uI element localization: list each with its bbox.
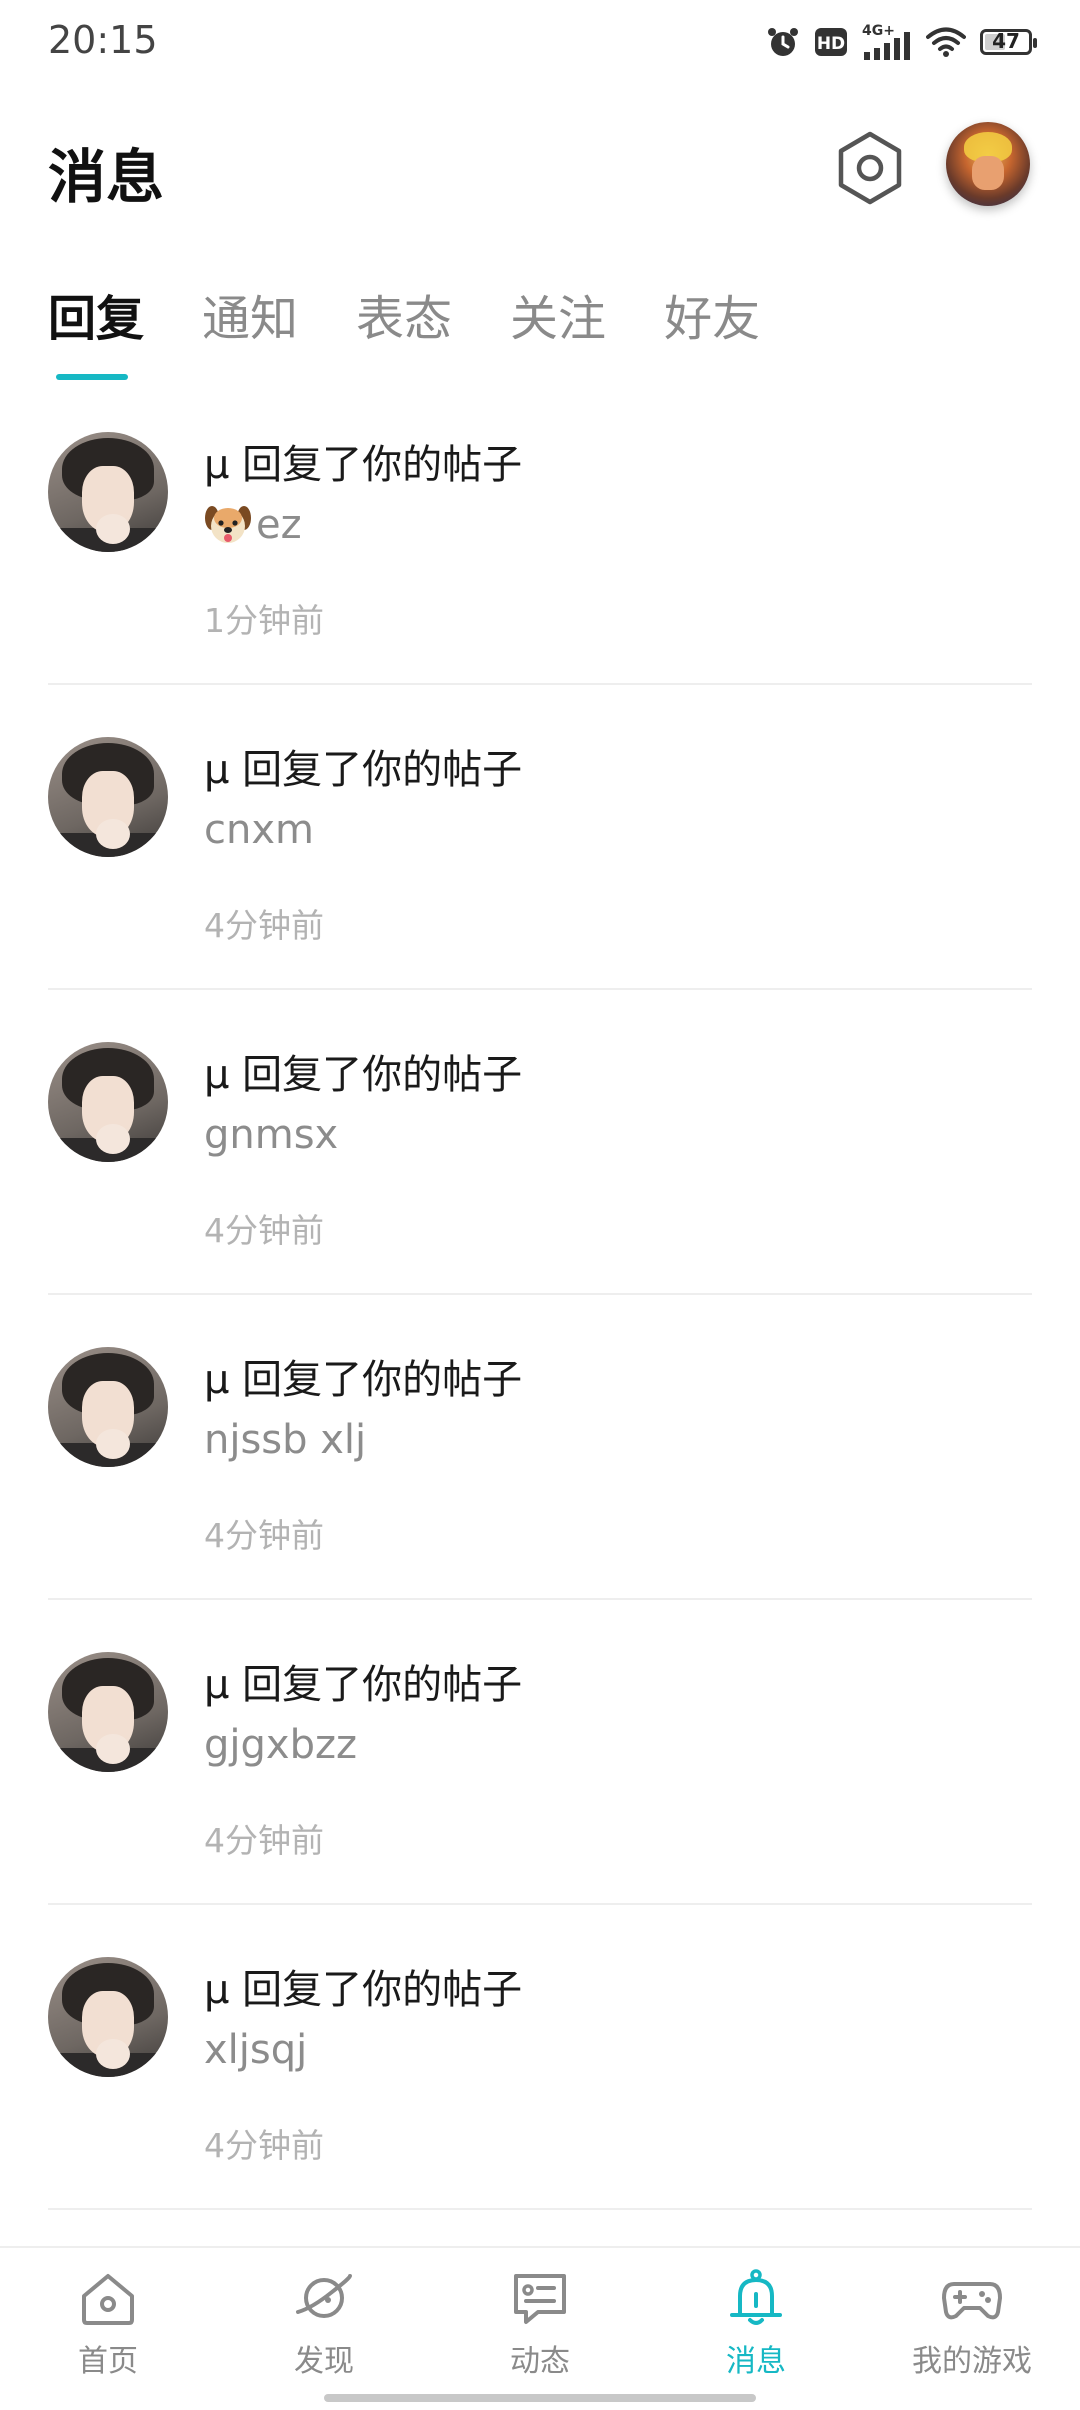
home-icon [82, 2274, 134, 2325]
bell-icon [730, 2269, 782, 2325]
planet-icon [296, 2274, 352, 2318]
message-title: μ 回复了你的帖子 [204, 1967, 523, 2013]
nav-label: 消息 [726, 2344, 786, 2379]
tab-reactions[interactable]: 表态 [356, 284, 452, 380]
message-text: cnxm [204, 807, 314, 853]
tab-label: 通知 [202, 291, 299, 347]
tab-friends[interactable]: 好友 [664, 284, 760, 380]
nav-item-my-games[interactable]: 我的游戏 [892, 2268, 1052, 2398]
nav-item-feed[interactable]: 动态 [460, 2268, 620, 2398]
wifi-icon [926, 26, 966, 58]
message-title: μ 回复了你的帖子 [204, 442, 523, 488]
message-text: ez [256, 502, 302, 548]
tab-label: 关注 [510, 291, 607, 347]
tab-following[interactable]: 关注 [510, 284, 606, 380]
hd-icon: HD [814, 26, 848, 58]
status-time: 20:15 [48, 18, 158, 62]
message-item[interactable]: μ 回复了你的帖子 xljsqj 4分钟前 [48, 1905, 1032, 2210]
message-time: 4分钟前 [204, 1821, 324, 1860]
user-avatar[interactable] [48, 1957, 168, 2077]
message-text: gjgxbzz [204, 1722, 357, 1768]
message-item[interactable]: μ 回复了你的帖子 gnmsx 4分钟前 [48, 990, 1032, 1295]
message-item[interactable]: μ 回复了你的帖子 cnxm 4分钟前 [48, 685, 1032, 990]
profile-avatar[interactable] [946, 122, 1030, 206]
nav-item-home[interactable]: 首页 [28, 2268, 188, 2398]
message-title: μ 回复了你的帖子 [204, 747, 523, 793]
status-bar: 20:15 HD 4G+ 47 [0, 0, 1080, 84]
tab-label: 好友 [664, 291, 761, 347]
message-content: xljsqj [204, 2027, 307, 2073]
dog-face-icon [204, 504, 252, 546]
message-time: 4分钟前 [204, 1211, 324, 1250]
message-time: 4分钟前 [204, 1516, 324, 1555]
network-label: 4G+ [862, 23, 895, 39]
user-avatar[interactable] [48, 1652, 168, 1772]
user-avatar[interactable] [48, 1347, 168, 1467]
page-title: 消息 [48, 143, 165, 211]
message-item[interactable]: μ 回复了你的帖子 gjgxbzz 4分钟前 [48, 1600, 1032, 1905]
nav-label: 我的游戏 [912, 2344, 1032, 2379]
message-content: njssb xlj [204, 1417, 366, 1463]
nav-item-messages[interactable]: 消息 [676, 2268, 836, 2398]
alarm-icon [766, 25, 800, 59]
message-content: gjgxbzz [204, 1722, 357, 1768]
tab-label: 回复 [48, 291, 145, 347]
message-time: 1分钟前 [204, 601, 324, 640]
message-text: njssb xlj [204, 1417, 367, 1463]
cellular-signal-icon: 4G+ [862, 22, 912, 62]
message-content: gnmsx [204, 1112, 338, 1158]
nav-label: 首页 [78, 2344, 138, 2379]
message-tabs: 回复 通知 表态 关注 好友 [48, 284, 818, 380]
nav-item-discover[interactable]: 发现 [244, 2268, 404, 2398]
nav-label: 发现 [294, 2344, 354, 2379]
message-time: 4分钟前 [204, 906, 324, 945]
message-list: μ 回复了你的帖子 ez 1分钟前 μ 回复了你的帖子 cnxm 4分钟前 μ … [48, 380, 1032, 2210]
home-indicator[interactable] [324, 2394, 756, 2402]
battery-icon: 47 [980, 29, 1037, 55]
message-title: μ 回复了你的帖子 [204, 1357, 523, 1403]
battery-level: 47 [992, 29, 1020, 53]
tab-label: 表态 [356, 291, 453, 347]
tab-notifications[interactable]: 通知 [202, 284, 298, 380]
user-avatar[interactable] [48, 737, 168, 857]
message-text: gnmsx [204, 1112, 339, 1158]
gamepad-icon [942, 2282, 1002, 2320]
settings-button[interactable] [830, 128, 910, 208]
message-title: μ 回复了你的帖子 [204, 1052, 523, 1098]
chat-bubble-icon [514, 2274, 566, 2324]
message-content: ez [204, 502, 302, 548]
message-text: xljsqj [204, 2027, 308, 2073]
message-title: μ 回复了你的帖子 [204, 1662, 523, 1708]
tab-replies[interactable]: 回复 [48, 284, 144, 380]
hexagon-settings-icon [838, 131, 902, 205]
status-icons: HD 4G+ 47 [766, 20, 1037, 64]
user-avatar[interactable] [48, 1042, 168, 1162]
message-content: cnxm [204, 807, 314, 853]
message-item[interactable]: μ 回复了你的帖子 njssb xlj 4分钟前 [48, 1295, 1032, 1600]
nav-label: 动态 [510, 2344, 570, 2379]
message-time: 4分钟前 [204, 2126, 324, 2165]
bottom-nav: 首页 发现 动态 消息 我的游戏 [0, 2246, 1080, 2410]
hd-label: HD [817, 34, 845, 54]
message-item[interactable]: μ 回复了你的帖子 ez 1分钟前 [48, 380, 1032, 685]
user-avatar[interactable] [48, 432, 168, 552]
